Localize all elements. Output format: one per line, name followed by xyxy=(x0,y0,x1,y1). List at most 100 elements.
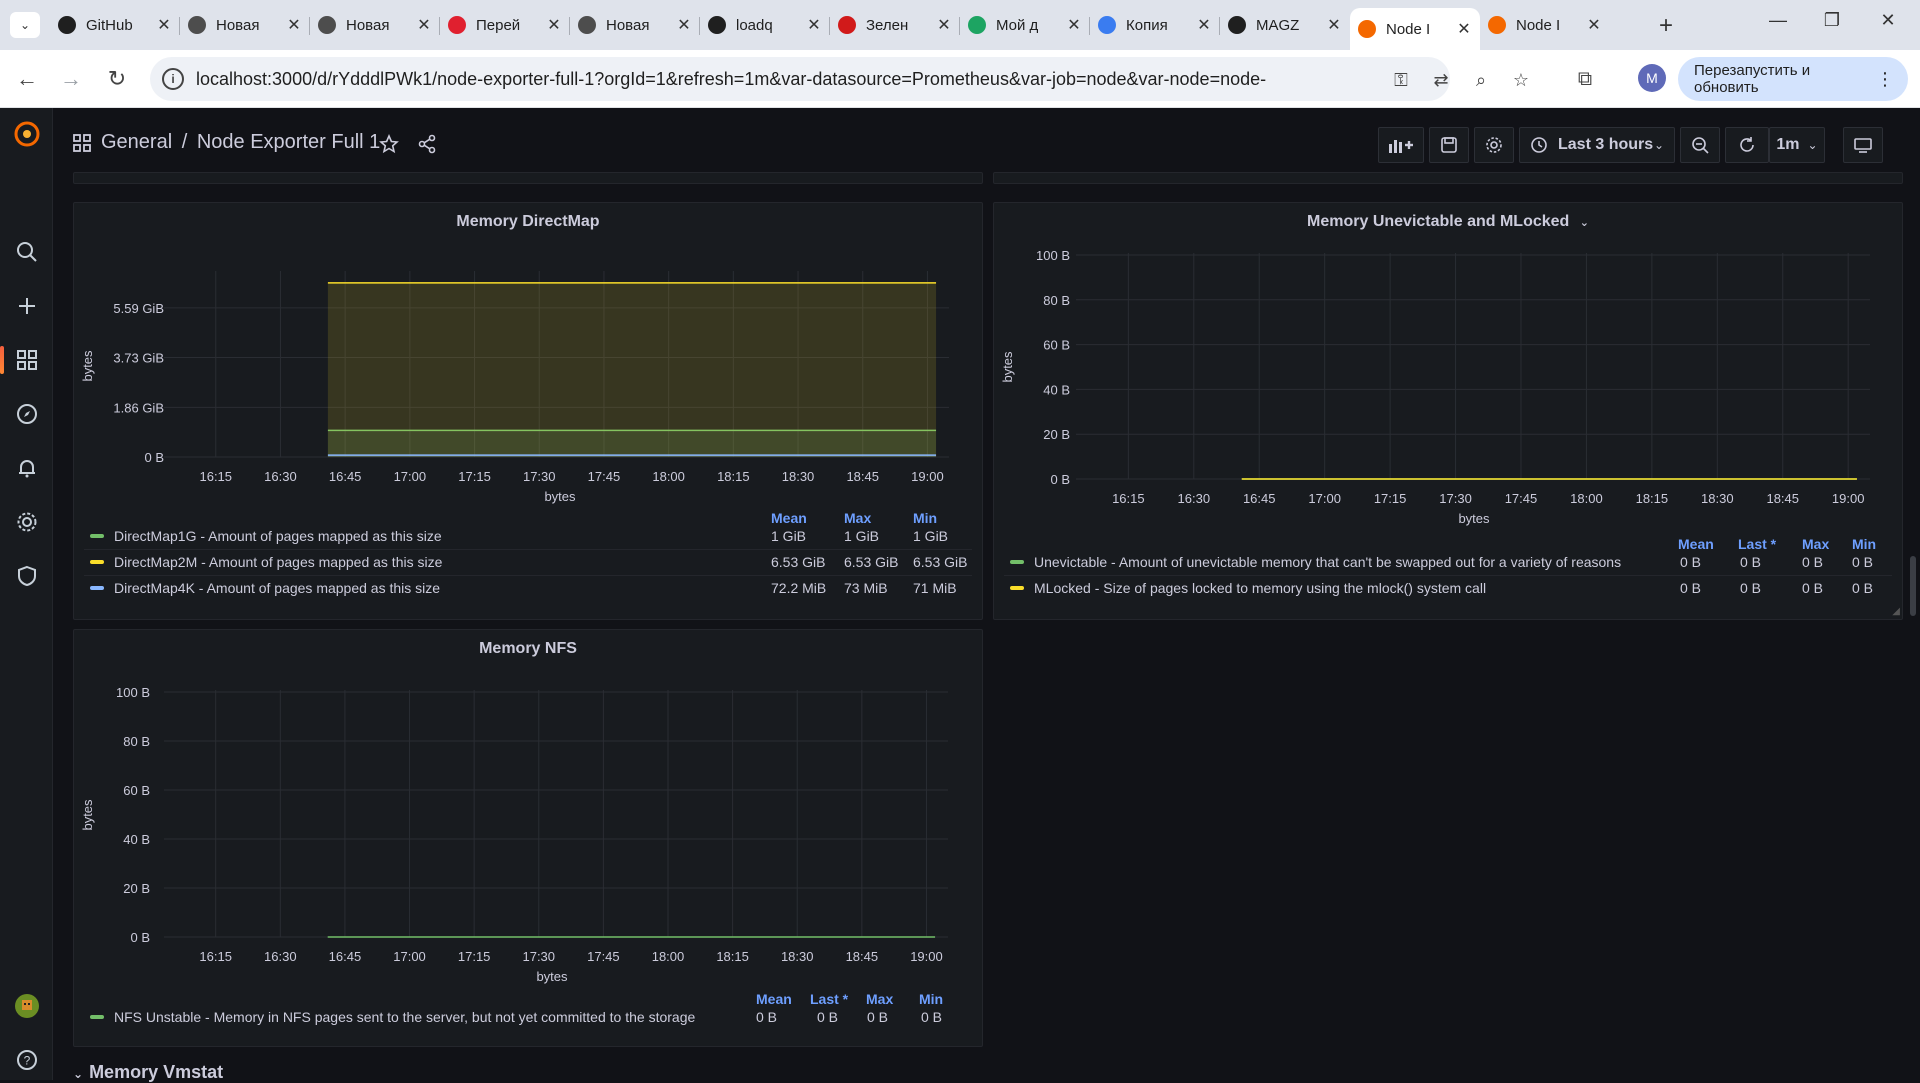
dashboards-icon[interactable] xyxy=(0,342,53,378)
legend-item[interactable]: DirectMap2M - Amount of pages mapped as … xyxy=(90,551,442,573)
time-picker-button[interactable]: Last 3 hours ⌄ xyxy=(1519,127,1675,163)
legend-column-header[interactable]: Max xyxy=(866,991,893,1007)
new-tab-button[interactable]: + xyxy=(1652,12,1680,40)
legend-column-header[interactable]: Last * xyxy=(810,991,848,1007)
clock-icon xyxy=(1531,137,1547,153)
legend-column-header[interactable]: Last * xyxy=(1738,536,1776,552)
memory-nfs-panel[interactable]: Memory NFS bytes 0 B 20 B 40 B 60 B 80 B 100 B… xyxy=(73,629,983,1047)
chrome-icon xyxy=(188,16,206,34)
password-key-icon[interactable]: ⚿ xyxy=(1388,67,1414,93)
search-icon[interactable] xyxy=(0,234,53,270)
restore-icon[interactable]: ❐ xyxy=(1812,10,1852,31)
legend-column-header[interactable]: Min xyxy=(919,991,943,1007)
profile-avatar[interactable]: M xyxy=(1638,64,1666,92)
legend-value: 72.2 MiB xyxy=(771,580,827,596)
menu-dots-icon[interactable]: ⋮ xyxy=(1876,69,1894,90)
legend-item[interactable]: DirectMap1G - Amount of pages mapped as … xyxy=(90,525,442,547)
close-tab-icon[interactable]: ✕ xyxy=(1196,15,1212,35)
forward-button[interactable]: → xyxy=(56,64,86,94)
legend-column-header[interactable]: Mean xyxy=(1678,536,1714,552)
browser-tab[interactable]: Перей ✕ xyxy=(440,8,570,42)
browser-tab[interactable]: Зелен ✕ xyxy=(830,8,960,42)
save-dashboard-button[interactable] xyxy=(1429,127,1469,163)
relaunch-button[interactable]: Перезапустить и обновить ⋮ xyxy=(1678,57,1908,101)
create-plus-icon[interactable] xyxy=(0,288,53,324)
x-tick-label: 16:15 xyxy=(199,949,232,964)
legend-item[interactable]: Unevictable - Amount of unevictable memo… xyxy=(1010,551,1621,573)
dashboard-title[interactable]: Node Exporter Full 1 xyxy=(197,131,380,153)
browser-tab[interactable]: MAGZ ✕ xyxy=(1220,8,1350,42)
legend-value: 1 GiB xyxy=(771,528,807,544)
close-tab-icon[interactable]: ✕ xyxy=(806,15,822,35)
x-tick-label: 18:00 xyxy=(1570,491,1603,506)
tv-mode-button[interactable] xyxy=(1843,127,1883,163)
memory-directmap-panel[interactable]: Memory DirectMap bytes 0 B 1.86 GiB 3.73 Gi… xyxy=(73,202,983,620)
x-tick-label: 17:15 xyxy=(458,469,491,484)
browser-tab[interactable]: loadq ✕ xyxy=(700,8,830,42)
share-icon[interactable] xyxy=(417,134,437,159)
add-panel-button[interactable] xyxy=(1378,127,1424,163)
zoom-icon[interactable]: ⌕ xyxy=(1468,67,1494,93)
browser-tab[interactable]: Копия ✕ xyxy=(1090,8,1220,42)
explore-compass-icon[interactable] xyxy=(0,396,53,432)
legend-value: 0 B xyxy=(1680,580,1702,596)
grafana-logo-icon[interactable] xyxy=(0,116,53,152)
back-button[interactable]: ← xyxy=(12,64,42,94)
x-axis-label: bytes xyxy=(544,489,576,504)
reload-button[interactable]: ↻ xyxy=(102,64,132,94)
user-avatar[interactable] xyxy=(0,988,53,1024)
x-tick-label: 16:45 xyxy=(1243,491,1276,506)
bookmark-star-icon[interactable]: ☆ xyxy=(1508,67,1534,93)
configuration-gear-icon[interactable] xyxy=(0,504,53,540)
dashboard-settings-button[interactable] xyxy=(1474,127,1514,163)
legend-column-header[interactable]: Min xyxy=(1852,536,1876,552)
tab-search-button[interactable]: ⌄ xyxy=(10,12,40,38)
resize-handle-icon[interactable]: ◢ xyxy=(1892,606,1900,617)
browser-tab[interactable]: Мой д ✕ xyxy=(960,8,1090,42)
browser-tab[interactable]: Новая ✕ xyxy=(180,8,310,42)
legend-column-header[interactable]: Mean xyxy=(756,991,792,1007)
close-tab-icon[interactable]: ✕ xyxy=(936,15,952,35)
zoom-out-button[interactable] xyxy=(1680,127,1720,163)
site-info-icon[interactable]: i xyxy=(162,68,184,90)
close-tab-icon[interactable]: ✕ xyxy=(286,15,302,35)
browser-tab[interactable]: Новая ✕ xyxy=(570,8,700,42)
browser-tab[interactable]: Новая ✕ xyxy=(310,8,440,42)
memory-unevictable-panel[interactable]: Memory Unevictable and MLocked ⌄ bytes 0 … xyxy=(993,202,1903,620)
y-tick-label: 0 B xyxy=(144,450,164,465)
favorite-star-icon[interactable] xyxy=(379,133,399,159)
browser-tab[interactable]: Node I ✕ xyxy=(1350,8,1480,50)
translate-icon[interactable]: ⇄ xyxy=(1428,67,1454,93)
refresh-interval-picker[interactable]: 1m ⌄ xyxy=(1769,127,1825,163)
close-tab-icon[interactable]: ✕ xyxy=(1586,15,1602,35)
legend-column-header[interactable]: Max xyxy=(1802,536,1829,552)
browser-tab[interactable]: GitHub ✕ xyxy=(50,8,180,42)
close-tab-icon[interactable]: ✕ xyxy=(676,15,692,35)
server-admin-shield-icon[interactable] xyxy=(0,558,53,594)
legend-column-header[interactable]: Mean xyxy=(771,510,807,526)
legend-series-name: DirectMap4K - Amount of pages mapped as … xyxy=(114,580,441,596)
refresh-dashboard-button[interactable] xyxy=(1725,127,1769,163)
close-tab-icon[interactable]: ✕ xyxy=(546,15,562,35)
url-text[interactable]: localhost:3000/d/rYdddlPWk1/node-exporte… xyxy=(196,69,1266,90)
close-tab-icon[interactable]: ✕ xyxy=(156,15,172,35)
legend-item[interactable]: MLocked - Size of pages locked to memory… xyxy=(1010,577,1486,599)
minimize-icon[interactable]: — xyxy=(1758,10,1798,31)
legend-item[interactable]: DirectMap4K - Amount of pages mapped as … xyxy=(90,577,440,599)
alerting-bell-icon[interactable] xyxy=(0,450,53,486)
close-tab-icon[interactable]: ✕ xyxy=(1066,15,1082,35)
close-tab-icon[interactable]: ✕ xyxy=(1326,15,1342,35)
legend-column-header[interactable]: Max xyxy=(844,510,871,526)
close-tab-icon[interactable]: ✕ xyxy=(1456,19,1472,39)
close-window-icon[interactable]: ✕ xyxy=(1868,10,1908,31)
address-bar[interactable]: i localhost:3000/d/rYdddlPWk1/node-expor… xyxy=(150,57,1529,101)
close-tab-icon[interactable]: ✕ xyxy=(416,15,432,35)
legend-column-header[interactable]: Min xyxy=(913,510,937,526)
dashboard-grid-icon[interactable] xyxy=(73,134,91,157)
help-icon[interactable]: ? xyxy=(0,1042,53,1078)
breadcrumb-folder[interactable]: General xyxy=(101,131,172,153)
scrollbar-thumb[interactable] xyxy=(1910,556,1916,616)
extensions-icon[interactable]: ⧉ xyxy=(1570,64,1600,94)
legend-item[interactable]: NFS Unstable - Memory in NFS pages sent … xyxy=(90,1006,695,1028)
browser-tab[interactable]: Node I ✕ xyxy=(1480,8,1610,42)
